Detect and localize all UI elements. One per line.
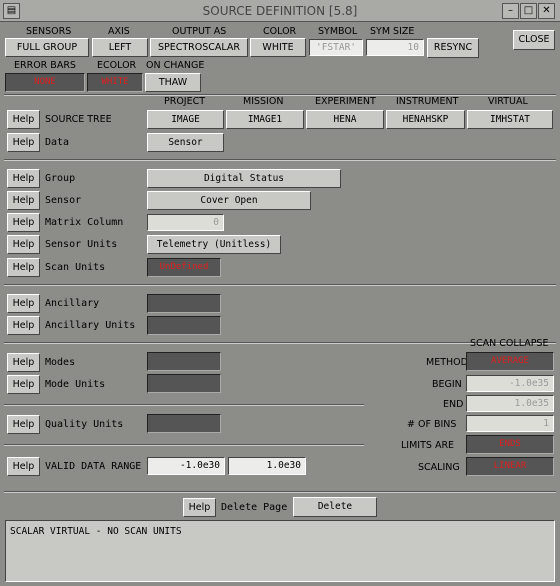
- method-label: METHOD: [426, 357, 468, 368]
- end-label: END: [443, 399, 464, 410]
- output-as-button[interactable]: SPECTROSCALAR: [150, 38, 248, 57]
- sym-size-header: SYM SIZE: [370, 26, 415, 37]
- delete-page-label: Delete Page: [221, 502, 288, 513]
- help-button-source-tree[interactable]: Help: [7, 110, 40, 129]
- matrix-column-field[interactable]: 0: [147, 214, 224, 231]
- separator: [4, 404, 364, 406]
- color-header: COLOR: [263, 26, 297, 37]
- help-button-sensor-units[interactable]: Help: [7, 235, 40, 254]
- sensor-units-button[interactable]: Telemetry (Unitless): [147, 235, 281, 254]
- symbol-header: SYMBOL: [318, 26, 358, 37]
- separator: [4, 444, 364, 446]
- ancillary-button[interactable]: [147, 294, 221, 313]
- help-button-quality-units[interactable]: Help: [7, 415, 40, 434]
- maximize-icon[interactable]: □: [520, 3, 537, 19]
- mission-header: MISSION: [243, 96, 284, 107]
- virtual-button[interactable]: IMHSTAT: [467, 110, 553, 129]
- ancillary-label: Ancillary: [45, 298, 100, 309]
- separator: [4, 284, 556, 286]
- ecolor-button[interactable]: WHITE: [87, 73, 143, 92]
- scaling-button[interactable]: LINEAR: [466, 457, 554, 476]
- sensors-header: SENSORS: [26, 26, 72, 37]
- error-bars-header: ERROR BARS: [14, 60, 76, 71]
- method-button[interactable]: AVERAGE: [466, 352, 554, 371]
- window-title: SOURCE DEFINITION [5.8]: [202, 4, 358, 18]
- help-button-modes[interactable]: Help: [7, 353, 40, 372]
- sensor-label: Sensor: [45, 195, 82, 206]
- help-button-valid-range[interactable]: Help: [7, 457, 40, 476]
- modes-button[interactable]: [147, 352, 221, 371]
- help-button-ancillary-units[interactable]: Help: [7, 316, 40, 335]
- close-button[interactable]: CLOSE: [513, 30, 555, 50]
- valid-range-max-field[interactable]: 1.0e30: [228, 457, 306, 475]
- ancillary-units-button[interactable]: [147, 316, 221, 335]
- instrument-header: INSTRUMENT: [396, 96, 459, 107]
- axis-button[interactable]: LEFT: [92, 38, 148, 57]
- help-button-ancillary[interactable]: Help: [7, 294, 40, 313]
- source-tree-label: SOURCE TREE: [45, 114, 112, 125]
- matrix-column-label: Matrix Column: [45, 217, 124, 228]
- minimize-icon[interactable]: –: [502, 3, 519, 19]
- help-button-sensor[interactable]: Help: [7, 191, 40, 210]
- valid-range-min-field[interactable]: -1.0e30: [147, 457, 225, 475]
- bins-field[interactable]: 1: [466, 415, 554, 432]
- help-button-matrix-column[interactable]: Help: [7, 213, 40, 232]
- end-field[interactable]: 1.0e35: [466, 395, 554, 412]
- color-button[interactable]: WHITE: [250, 38, 306, 57]
- delete-button[interactable]: Delete: [293, 497, 377, 517]
- begin-field[interactable]: -1.0e35: [466, 375, 554, 392]
- help-button-data[interactable]: Help: [7, 133, 40, 152]
- on-change-button[interactable]: THAW: [145, 73, 201, 92]
- separator: [4, 491, 556, 493]
- data-button[interactable]: Sensor: [147, 133, 224, 152]
- ecolor-header: ECOLOR: [97, 60, 137, 71]
- status-message: SCALAR VIRTUAL - NO SCAN UNITS: [5, 520, 555, 582]
- limits-label: LIMITS ARE: [401, 440, 455, 451]
- error-bars-button[interactable]: NONE: [5, 73, 85, 92]
- limits-button[interactable]: ENDS: [466, 435, 554, 454]
- resync-button[interactable]: RESYNC: [427, 38, 479, 58]
- scan-units-button[interactable]: UnDefined: [147, 258, 221, 277]
- close-window-icon[interactable]: ✕: [538, 3, 555, 19]
- modes-label: Modes: [45, 357, 76, 368]
- sensor-button[interactable]: Cover Open: [147, 191, 311, 210]
- mission-button[interactable]: IMAGE1: [226, 110, 304, 129]
- scan-collapse-title: SCAN COLLAPSE: [470, 338, 549, 349]
- project-button[interactable]: IMAGE: [147, 110, 224, 129]
- mode-units-button[interactable]: [147, 374, 221, 393]
- on-change-header: ON CHANGE: [146, 60, 205, 71]
- sensor-units-label: Sensor Units: [45, 239, 118, 250]
- virtual-header: VIRTUAL: [488, 96, 528, 107]
- valid-range-label: VALID DATA RANGE: [45, 461, 142, 472]
- symbol-field[interactable]: 'FSTAR': [309, 39, 363, 56]
- begin-label: BEGIN: [432, 379, 462, 390]
- axis-header: AXIS: [108, 26, 130, 37]
- experiment-header: EXPERIMENT: [315, 96, 376, 107]
- project-header: PROJECT: [164, 96, 206, 107]
- separator: [4, 159, 556, 161]
- help-button-mode-units[interactable]: Help: [7, 375, 40, 394]
- group-button[interactable]: Digital Status: [147, 169, 341, 188]
- data-label: Data: [45, 137, 70, 148]
- help-button-delete-page[interactable]: Help: [183, 498, 216, 517]
- group-label: Group: [45, 173, 76, 184]
- quality-units-label: Quality Units: [45, 419, 124, 430]
- scaling-label: SCALING: [418, 462, 460, 473]
- sym-size-field[interactable]: 10: [366, 39, 424, 56]
- bins-label: # OF BINS: [407, 419, 457, 430]
- instrument-button[interactable]: HENAHSKP: [386, 110, 465, 129]
- output-as-header: OUTPUT AS: [172, 26, 227, 37]
- ancillary-units-label: Ancillary Units: [45, 320, 136, 331]
- sensors-button[interactable]: FULL GROUP: [5, 38, 89, 57]
- help-button-group[interactable]: Help: [7, 169, 40, 188]
- help-button-scan-units[interactable]: Help: [7, 258, 40, 277]
- quality-units-button[interactable]: [147, 414, 221, 433]
- scan-units-label: Scan Units: [45, 262, 106, 273]
- experiment-button[interactable]: HENA: [306, 110, 384, 129]
- mode-units-label: Mode Units: [45, 379, 106, 390]
